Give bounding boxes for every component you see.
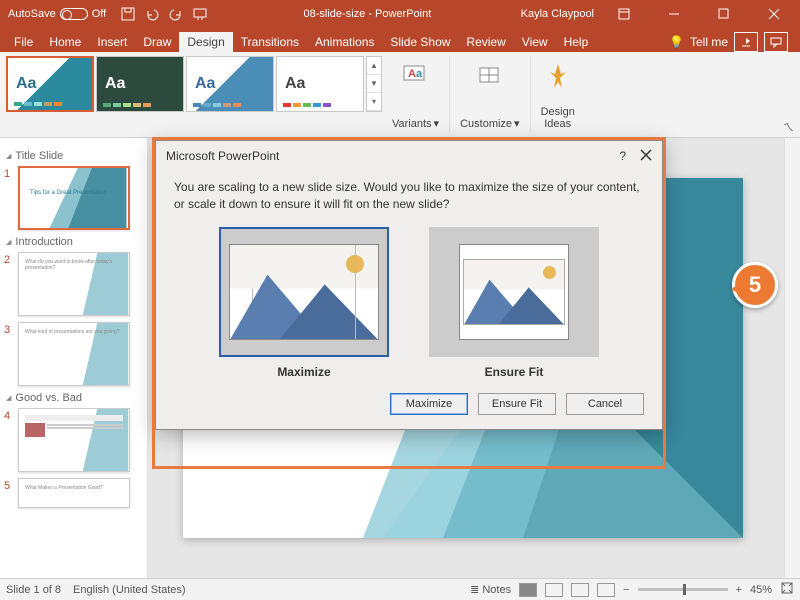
theme-label: Aa bbox=[195, 69, 235, 99]
customize-group[interactable]: Customize▾ bbox=[450, 56, 531, 132]
tab-view[interactable]: View bbox=[514, 32, 556, 52]
design-ideas-icon bbox=[546, 56, 570, 96]
theme-label: Aa bbox=[16, 69, 56, 99]
cancel-button[interactable]: Cancel bbox=[566, 393, 644, 415]
tab-transitions[interactable]: Transitions bbox=[233, 32, 307, 52]
tab-home[interactable]: Home bbox=[41, 32, 89, 52]
dialog-message: You are scaling to a new slide size. Wou… bbox=[174, 179, 644, 213]
slide-thumbnails-panel: Title Slide 1 Tips for a Great Presentat… bbox=[0, 138, 148, 578]
themes-more-button[interactable]: ▲▼▾ bbox=[366, 56, 382, 112]
theme-thumb-4[interactable]: Aa bbox=[276, 56, 364, 112]
slide-thumbnail-5[interactable]: What Makes a Presentation Good? bbox=[18, 478, 130, 508]
language-status[interactable]: English (United States) bbox=[73, 584, 186, 596]
section-header[interactable]: Introduction bbox=[6, 236, 143, 248]
tellme-icon: 💡 bbox=[669, 35, 684, 49]
theme-label: Aa bbox=[285, 69, 325, 99]
section-header[interactable]: Title Slide bbox=[6, 150, 143, 162]
slide-thumbnail-1[interactable]: Tips for a Great Presentation bbox=[18, 166, 130, 230]
design-ideas-label: Design Ideas bbox=[541, 106, 575, 130]
tellme-input[interactable]: Tell me bbox=[690, 35, 728, 49]
tab-file[interactable]: File bbox=[6, 32, 41, 52]
normal-view-icon[interactable] bbox=[519, 583, 537, 597]
variants-group[interactable]: Aa Variants▾ bbox=[382, 56, 450, 132]
theme-label: Aa bbox=[105, 69, 145, 99]
zoom-slider[interactable] bbox=[638, 588, 728, 591]
tab-insert[interactable]: Insert bbox=[89, 32, 135, 52]
option-maximize-label: Maximize bbox=[277, 365, 330, 379]
slide-number: 1 bbox=[4, 166, 14, 180]
zoom-out-icon[interactable]: − bbox=[623, 584, 629, 596]
tab-review[interactable]: Review bbox=[458, 32, 513, 52]
slide-number: 3 bbox=[4, 322, 14, 336]
zoom-in-icon[interactable]: + bbox=[736, 584, 742, 596]
save-icon[interactable] bbox=[118, 4, 138, 24]
slide-thumbnail-3[interactable]: What kind of presentations are you givin… bbox=[18, 322, 130, 386]
option-maximize[interactable]: Maximize bbox=[219, 227, 389, 379]
customize-icon bbox=[476, 56, 504, 96]
collapse-ribbon-icon[interactable]: ㄟ bbox=[783, 119, 794, 135]
autosave-state: Off bbox=[92, 8, 106, 20]
ribbon: Aa Aa Aa Aa ▲▼▾ Aa Variants▾ Customize▾ … bbox=[0, 52, 800, 138]
minimize-button[interactable] bbox=[654, 0, 694, 28]
maximize-button[interactable]: Maximize bbox=[390, 393, 468, 415]
chevron-down-icon: ▾ bbox=[514, 117, 520, 130]
status-bar: Slide 1 of 8 English (United States) ≣ N… bbox=[0, 578, 800, 600]
help-icon[interactable]: ? bbox=[619, 149, 626, 163]
ensurefit-button[interactable]: Ensure Fit bbox=[478, 393, 556, 415]
tab-design[interactable]: Design bbox=[179, 32, 232, 52]
vertical-scrollbar[interactable] bbox=[784, 138, 800, 578]
dialog-titlebar: Microsoft PowerPoint ? bbox=[156, 141, 662, 171]
option-ensurefit-label: Ensure Fit bbox=[485, 365, 544, 379]
slide-counter[interactable]: Slide 1 of 8 bbox=[6, 584, 61, 596]
share-button[interactable] bbox=[734, 32, 758, 52]
design-ideas-group[interactable]: Design Ideas bbox=[531, 56, 585, 132]
quick-access-toolbar bbox=[114, 4, 214, 24]
tab-slideshow[interactable]: Slide Show bbox=[382, 32, 458, 52]
fit-window-icon[interactable] bbox=[780, 581, 794, 598]
option-ensurefit[interactable]: Ensure Fit bbox=[429, 227, 599, 379]
tab-animations[interactable]: Animations bbox=[307, 32, 382, 52]
customize-label: Customize bbox=[460, 118, 512, 130]
slide-thumbnail-2[interactable]: What do you want to know after today's p… bbox=[18, 252, 130, 316]
svg-text:A: A bbox=[408, 68, 416, 80]
theme-thumb-2[interactable]: Aa bbox=[96, 56, 184, 112]
slide-number: 4 bbox=[4, 408, 14, 422]
tab-draw[interactable]: Draw bbox=[135, 32, 179, 52]
user-name[interactable]: Kayla Claypool bbox=[521, 8, 594, 20]
dialog-title: Microsoft PowerPoint bbox=[166, 149, 279, 163]
sorter-view-icon[interactable] bbox=[545, 583, 563, 597]
slide-number: 2 bbox=[4, 252, 14, 266]
title-bar: AutoSave Off 08-slide-size - PowerPoint … bbox=[0, 0, 800, 28]
ribbon-options-icon[interactable] bbox=[604, 0, 644, 28]
window-title: 08-slide-size - PowerPoint bbox=[214, 8, 520, 20]
redo-icon[interactable] bbox=[166, 4, 186, 24]
theme-thumb-3[interactable]: Aa bbox=[186, 56, 274, 112]
ribbon-tabs: File Home Insert Draw Design Transitions… bbox=[0, 28, 800, 52]
start-slideshow-icon[interactable] bbox=[190, 4, 210, 24]
tutorial-step-badge: 5 bbox=[732, 262, 778, 308]
close-button[interactable] bbox=[754, 0, 794, 28]
variants-label: Variants bbox=[392, 118, 432, 130]
autosave-toggle[interactable]: AutoSave Off bbox=[0, 8, 114, 20]
slide-thumbnail-4[interactable] bbox=[18, 408, 130, 472]
comments-button[interactable] bbox=[764, 32, 788, 52]
maximize-button[interactable] bbox=[704, 0, 744, 28]
reading-view-icon[interactable] bbox=[571, 583, 589, 597]
slideshow-view-icon[interactable] bbox=[597, 583, 615, 597]
notes-button[interactable]: ≣ Notes bbox=[470, 583, 511, 596]
themes-gallery: Aa Aa Aa Aa ▲▼▾ bbox=[6, 56, 382, 137]
slide-number: 5 bbox=[4, 478, 14, 492]
svg-text:a: a bbox=[416, 68, 423, 80]
chevron-down-icon: ▾ bbox=[434, 117, 440, 130]
close-icon[interactable] bbox=[640, 149, 652, 164]
scale-dialog: Microsoft PowerPoint ? You are scaling t… bbox=[155, 140, 663, 430]
variants-icon: Aa bbox=[402, 56, 430, 96]
tab-help[interactable]: Help bbox=[556, 32, 597, 52]
toggle-icon bbox=[60, 8, 88, 20]
theme-thumb-1[interactable]: Aa bbox=[6, 56, 94, 112]
undo-icon[interactable] bbox=[142, 4, 162, 24]
section-header[interactable]: Good vs. Bad bbox=[6, 392, 143, 404]
zoom-level[interactable]: 45% bbox=[750, 584, 772, 596]
autosave-label: AutoSave bbox=[8, 8, 56, 20]
